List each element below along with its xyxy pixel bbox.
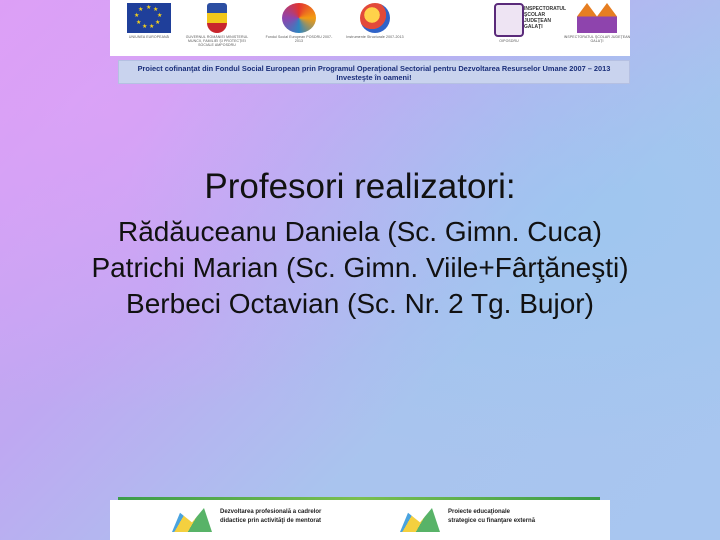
cofinancing-banner: Proiect cofinanţat din Fondul Social Eur…: [118, 60, 630, 84]
inspectorate-logo: INSPECTORATUL ŞCOLAR JUDEŢEAN GALAŢI: [562, 3, 632, 51]
instrumente-caption: Instrumente Structurale 2007-2013: [346, 35, 404, 39]
oiposdru-caption: OIPOSDRU: [499, 39, 519, 43]
houses-logo-icon: [577, 3, 617, 33]
open-book-icon: [400, 508, 440, 532]
project-right-line-1: Proiecte educaţionale: [448, 509, 511, 515]
government-logo: GUVERNUL ROMÂNIEI MINISTERUL MUNCII, FAM…: [182, 3, 252, 51]
footer-project-right: Proiecte educaţionale strategice cu fina…: [400, 506, 600, 536]
project-left-line-1: Dezvoltarea profesională a cadrelor: [220, 509, 322, 515]
open-book-icon: [172, 508, 212, 532]
authors-list: Rădăuceanu Daniela (Sc. Gimn. Cuca) Patr…: [0, 214, 720, 322]
footer-project-left: Dezvoltarea profesională a cadrelor dida…: [172, 506, 372, 536]
fse-caption: Fondul Social European POSDRU 2007-2013: [265, 35, 333, 43]
project-left-text: Dezvoltarea profesională a cadrelor dida…: [220, 508, 360, 526]
author-line: Rădăuceanu Daniela (Sc. Gimn. Cuca): [117, 216, 602, 247]
instrumente-structurale-icon: [360, 3, 390, 33]
instrumente-structurale-logo: Instrumente Structurale 2007-2013: [340, 3, 410, 51]
university-seal-icon: [494, 3, 524, 37]
government-caption: GUVERNUL ROMÂNIEI MINISTERUL MUNCII, FAM…: [185, 35, 249, 47]
logo-strip: ★ ★ ★ ★ ★ ★ ★ ★ ★ UNIUNEA EUROPEANĂ GUVERNUL…: [110, 0, 630, 56]
fse-logo-icon: [282, 3, 316, 33]
romania-coat-of-arms-icon: [207, 3, 227, 33]
project-right-text: Proiecte educaţionale strategice cu fina…: [448, 508, 588, 526]
project-right-line-2: strategice cu finanţare externă: [448, 518, 536, 524]
eu-caption: UNIUNEA EUROPEANĂ: [128, 35, 170, 39]
eu-flag-icon: ★ ★ ★ ★ ★ ★ ★ ★ ★: [127, 3, 171, 33]
banner-line-2: Investeşte în oameni!: [336, 73, 412, 82]
project-left-line-2: didactice prin activităţi de mentorat: [220, 518, 322, 524]
banner-line-1: Proiect cofinanţat din Fondul Social Eur…: [137, 64, 611, 73]
eu-logo: ★ ★ ★ ★ ★ ★ ★ ★ ★ UNIUNEA EUROPEANĂ: [114, 3, 184, 51]
author-line: Patrichi Marian (Sc. Gimn. Viile+Fârţăne…: [91, 252, 629, 283]
author-line: Berbeci Octavian (Sc. Nr. 2 Tg. Bujor): [126, 288, 594, 319]
fse-logo: Fondul Social European POSDRU 2007-2013: [264, 3, 334, 51]
page-title: Profesori realizatori:: [204, 167, 516, 206]
inspectorate-caption: INSPECTORATUL ŞCOLAR JUDEŢEAN GALAŢI: [563, 35, 631, 43]
